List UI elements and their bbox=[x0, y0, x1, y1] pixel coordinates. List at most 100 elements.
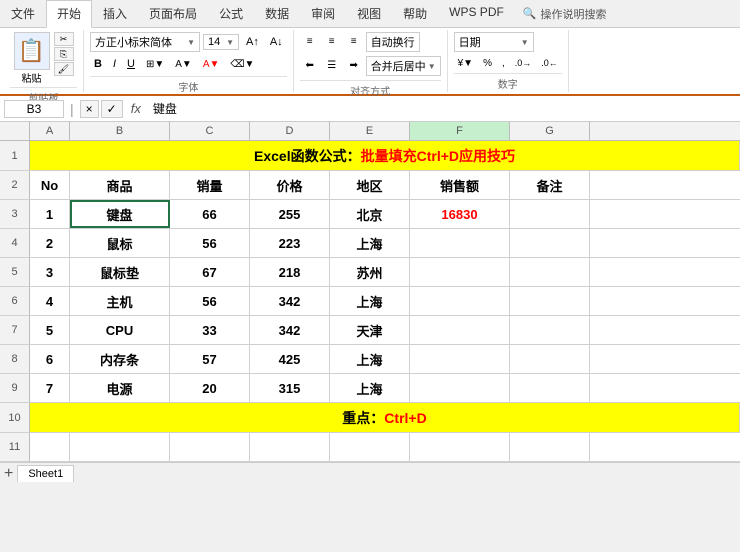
percent-button[interactable]: % bbox=[479, 56, 496, 71]
cell-2-a[interactable]: No bbox=[30, 171, 70, 199]
col-header-g[interactable]: G bbox=[510, 122, 590, 140]
col-header-f[interactable]: F bbox=[410, 122, 510, 140]
cell-7-g[interactable] bbox=[510, 316, 590, 344]
font-size-dropdown[interactable]: 14 ▼ bbox=[203, 34, 239, 50]
cell-2-f[interactable]: 销售额 bbox=[410, 171, 510, 199]
merge-center-button[interactable]: 合并后居中 ▼ bbox=[366, 56, 441, 76]
cell-3-f[interactable]: 16830 bbox=[410, 200, 510, 228]
cell-11-c[interactable] bbox=[170, 433, 250, 461]
cell-4-b[interactable]: 鼠标 bbox=[70, 229, 170, 257]
cell-7-b[interactable]: CPU bbox=[70, 316, 170, 344]
tab-formula[interactable]: 公式 bbox=[208, 0, 254, 27]
cell-5-a[interactable]: 3 bbox=[30, 258, 70, 286]
cell-7-e[interactable]: 天津 bbox=[330, 316, 410, 344]
cell-8-a[interactable]: 6 bbox=[30, 345, 70, 373]
cell-7-f[interactable] bbox=[410, 316, 510, 344]
cell-2-d[interactable]: 价格 bbox=[250, 171, 330, 199]
align-top-right-button[interactable]: ≡ bbox=[344, 32, 364, 50]
cell-8-b[interactable]: 内存条 bbox=[70, 345, 170, 373]
cell-9-a[interactable]: 7 bbox=[30, 374, 70, 402]
cell-3-a[interactable]: 1 bbox=[30, 200, 70, 228]
col-header-c[interactable]: C bbox=[170, 122, 250, 140]
cell-5-g[interactable] bbox=[510, 258, 590, 286]
italic-button[interactable]: I bbox=[109, 56, 120, 72]
tab-help[interactable]: 帮助 bbox=[392, 0, 438, 27]
cell-9-f[interactable] bbox=[410, 374, 510, 402]
col-header-a[interactable]: A bbox=[30, 122, 70, 140]
cell-11-b[interactable] bbox=[70, 433, 170, 461]
number-format-dropdown[interactable]: 日期 ▼ bbox=[454, 32, 534, 52]
cell-2-b[interactable]: 商品 bbox=[70, 171, 170, 199]
cell-4-c[interactable]: 56 bbox=[170, 229, 250, 257]
cell-8-c[interactable]: 57 bbox=[170, 345, 250, 373]
cell-9-c[interactable]: 20 bbox=[170, 374, 250, 402]
cell-7-c[interactable]: 33 bbox=[170, 316, 250, 344]
formula-input[interactable] bbox=[149, 101, 736, 117]
comma-button[interactable]: , bbox=[498, 56, 509, 71]
increase-font-button[interactable]: A↑ bbox=[242, 34, 263, 50]
cell-5-f[interactable] bbox=[410, 258, 510, 286]
copy-button[interactable]: ⎘ bbox=[54, 47, 74, 61]
cell-4-f[interactable] bbox=[410, 229, 510, 257]
cut-button[interactable]: ✂ bbox=[54, 32, 74, 46]
cell-8-g[interactable] bbox=[510, 345, 590, 373]
cell-5-d[interactable]: 218 bbox=[250, 258, 330, 286]
font-color-button[interactable]: A▼ bbox=[199, 57, 224, 72]
cell-6-f[interactable] bbox=[410, 287, 510, 315]
cell-8-d[interactable]: 425 bbox=[250, 345, 330, 373]
fill-color-button[interactable]: A▼ bbox=[171, 57, 196, 72]
underline-button[interactable]: U bbox=[123, 56, 139, 72]
cell-11-e[interactable] bbox=[330, 433, 410, 461]
cell-6-b[interactable]: 主机 bbox=[70, 287, 170, 315]
cell-4-a[interactable]: 2 bbox=[30, 229, 70, 257]
cell-8-f[interactable] bbox=[410, 345, 510, 373]
cell-8-e[interactable]: 上海 bbox=[330, 345, 410, 373]
align-top-center-button[interactable]: ≡ bbox=[322, 32, 342, 50]
cell-6-g[interactable] bbox=[510, 287, 590, 315]
decrease-font-button[interactable]: A↓ bbox=[266, 34, 287, 50]
tab-data[interactable]: 数据 bbox=[254, 0, 300, 27]
cell-2-c[interactable]: 销量 bbox=[170, 171, 250, 199]
cell-6-c[interactable]: 56 bbox=[170, 287, 250, 315]
format-painter-button[interactable]: 🖌 bbox=[54, 62, 74, 76]
cell-5-e[interactable]: 苏州 bbox=[330, 258, 410, 286]
cell-4-e[interactable]: 上海 bbox=[330, 229, 410, 257]
sheet-tab-1[interactable]: Sheet1 bbox=[17, 465, 74, 482]
cell-3-d[interactable]: 255 bbox=[250, 200, 330, 228]
wrap-text-button[interactable]: 自动换行 bbox=[366, 32, 420, 52]
cell-6-a[interactable]: 4 bbox=[30, 287, 70, 315]
cell-3-c[interactable]: 66 bbox=[170, 200, 250, 228]
tab-wps-pdf[interactable]: WPS PDF bbox=[438, 0, 515, 27]
cell-10-merged[interactable]: 重点：Ctrl+D bbox=[30, 403, 740, 432]
align-right-button[interactable]: ➡ bbox=[344, 56, 364, 74]
cell-1-merged[interactable]: Excel函数公式：批量填充Ctrl+D应用技巧 bbox=[30, 141, 740, 170]
cell-reference-input[interactable]: B3 bbox=[4, 100, 64, 118]
col-header-d[interactable]: D bbox=[250, 122, 330, 140]
align-top-left-button[interactable]: ≡ bbox=[300, 32, 320, 50]
font-name-dropdown[interactable]: 方正小标宋简体 ▼ bbox=[90, 32, 200, 52]
cell-9-b[interactable]: 电源 bbox=[70, 374, 170, 402]
cell-6-e[interactable]: 上海 bbox=[330, 287, 410, 315]
cell-7-a[interactable]: 5 bbox=[30, 316, 70, 344]
cell-2-g[interactable]: 备注 bbox=[510, 171, 590, 199]
cell-2-e[interactable]: 地区 bbox=[330, 171, 410, 199]
cell-5-c[interactable]: 67 bbox=[170, 258, 250, 286]
paste-button[interactable]: 📋 粘贴 bbox=[14, 32, 50, 85]
increase-decimal-button[interactable]: .0→ bbox=[511, 56, 536, 71]
cell-11-d[interactable] bbox=[250, 433, 330, 461]
add-sheet-button[interactable]: + bbox=[4, 465, 13, 483]
cell-11-a[interactable] bbox=[30, 433, 70, 461]
tab-view[interactable]: 视图 bbox=[346, 0, 392, 27]
tab-file[interactable]: 文件 bbox=[0, 0, 46, 27]
tab-insert[interactable]: 插入 bbox=[92, 0, 138, 27]
cell-7-d[interactable]: 342 bbox=[250, 316, 330, 344]
tab-page-layout[interactable]: 页面布局 bbox=[138, 0, 208, 27]
tab-review[interactable]: 审阅 bbox=[300, 0, 346, 27]
cell-3-b[interactable]: 键盘 bbox=[70, 200, 170, 228]
clear-format-button[interactable]: ⌫▼ bbox=[226, 57, 258, 72]
search-label[interactable]: 操作说明搜索 bbox=[541, 6, 607, 22]
cancel-formula-button[interactable]: × bbox=[80, 100, 99, 118]
col-header-e[interactable]: E bbox=[330, 122, 410, 140]
decrease-decimal-button[interactable]: .0← bbox=[537, 56, 562, 71]
cell-9-g[interactable] bbox=[510, 374, 590, 402]
